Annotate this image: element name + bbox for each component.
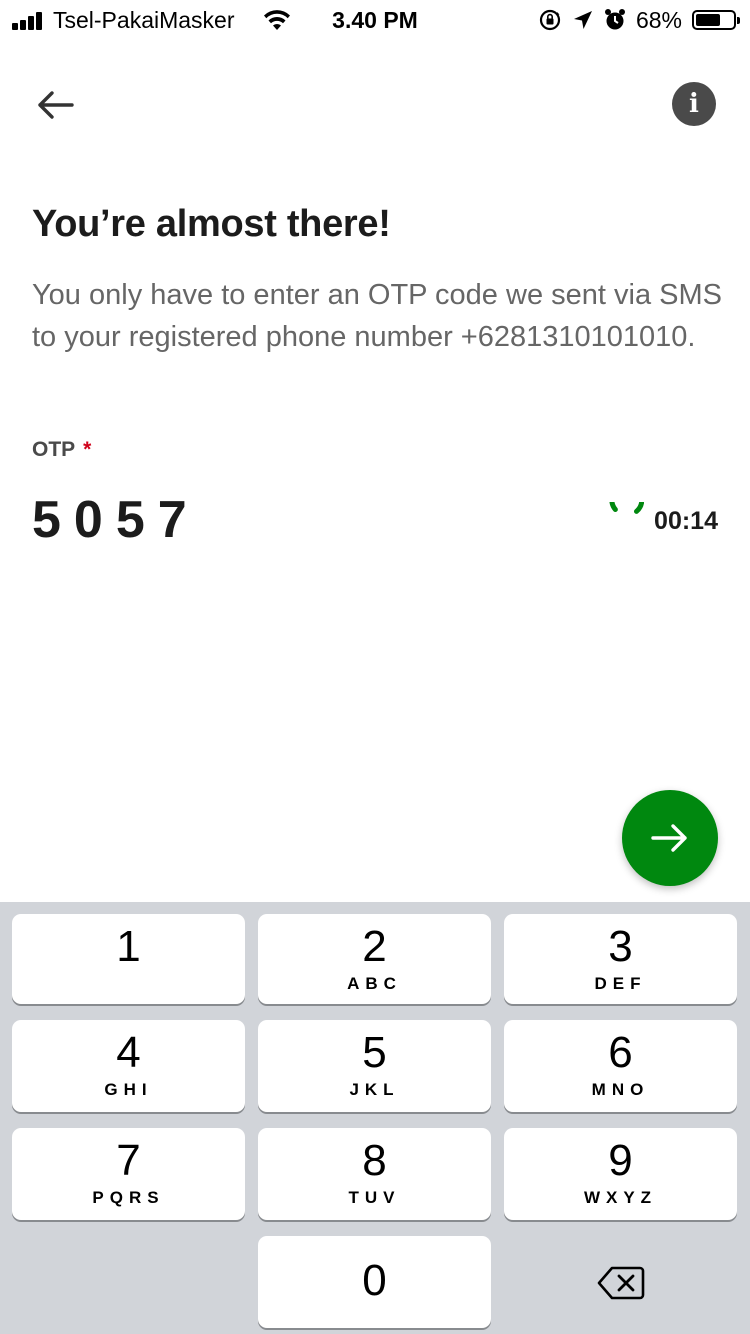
numeric-keypad: 1 2 ABC 3 DEF 4 GHI 5 JKL 6 MNO 7 PQRS 8… <box>0 902 750 1334</box>
required-mark: * <box>83 438 92 461</box>
key-8[interactable]: 8 TUV <box>258 1128 491 1220</box>
key-digit: 8 <box>362 1136 387 1185</box>
alarm-icon <box>604 9 625 30</box>
key-2[interactable]: 2 ABC <box>258 914 491 1004</box>
info-button[interactable]: i <box>672 82 716 126</box>
back-button[interactable] <box>30 80 80 130</box>
otp-description: You only have to enter an OTP code we se… <box>32 279 722 353</box>
arrow-left-icon <box>38 91 74 119</box>
battery-cap <box>737 17 740 24</box>
key-digit: 0 <box>362 1256 387 1305</box>
arrow-right-icon <box>651 824 687 852</box>
battery-percent: 68% <box>635 6 682 33</box>
battery-fill <box>696 14 720 26</box>
key-9[interactable]: 9 WXYZ <box>504 1128 737 1220</box>
otp-timer: 00:14 <box>606 502 718 540</box>
key-letters: DEF <box>594 974 647 993</box>
key-letters: WXYZ <box>583 1188 658 1207</box>
key-digit: 4 <box>116 1028 141 1077</box>
backspace-button[interactable] <box>504 1238 737 1328</box>
key-letters: GHI <box>104 1080 153 1099</box>
battery-icon <box>692 10 740 30</box>
key-4[interactable]: 4 GHI <box>12 1020 245 1112</box>
key-letters: PQRS <box>92 1188 165 1207</box>
key-digit: 1 <box>116 922 141 971</box>
key-0[interactable]: 0 <box>258 1236 491 1328</box>
key-5[interactable]: 5 JKL <box>258 1020 491 1112</box>
timer-progress-icon <box>609 502 645 514</box>
timer-text: 00:14 <box>654 506 718 535</box>
backspace-icon <box>597 1266 644 1300</box>
otp-input[interactable]: 5057 <box>32 490 200 550</box>
key-digit: 6 <box>608 1028 633 1077</box>
status-bar: Tsel-PakaiMasker 3.40 PM 68% <box>0 0 750 40</box>
key-digit: 5 <box>362 1028 387 1077</box>
key-letters: MNO <box>591 1080 650 1099</box>
key-letters: JKL <box>349 1080 400 1099</box>
otp-label: OTP * <box>32 438 91 462</box>
next-button[interactable] <box>622 790 718 886</box>
otp-label-text: OTP <box>32 438 76 461</box>
orientation-lock-icon <box>539 9 561 31</box>
info-icon: i <box>689 89 699 119</box>
page-title: You’re almost there! <box>32 203 391 245</box>
key-digit: 9 <box>608 1136 633 1185</box>
key-6[interactable]: 6 MNO <box>504 1020 737 1112</box>
key-letters: TUV <box>348 1188 401 1207</box>
key-digit: 3 <box>608 922 633 971</box>
key-letters: ABC <box>347 974 402 993</box>
key-digit: 7 <box>116 1136 141 1185</box>
key-7[interactable]: 7 PQRS <box>12 1128 245 1220</box>
status-right-group: 68% <box>538 6 740 34</box>
key-1[interactable]: 1 <box>12 914 245 1004</box>
location-icon <box>573 11 592 29</box>
key-3[interactable]: 3 DEF <box>504 914 737 1004</box>
key-digit: 2 <box>362 922 387 971</box>
